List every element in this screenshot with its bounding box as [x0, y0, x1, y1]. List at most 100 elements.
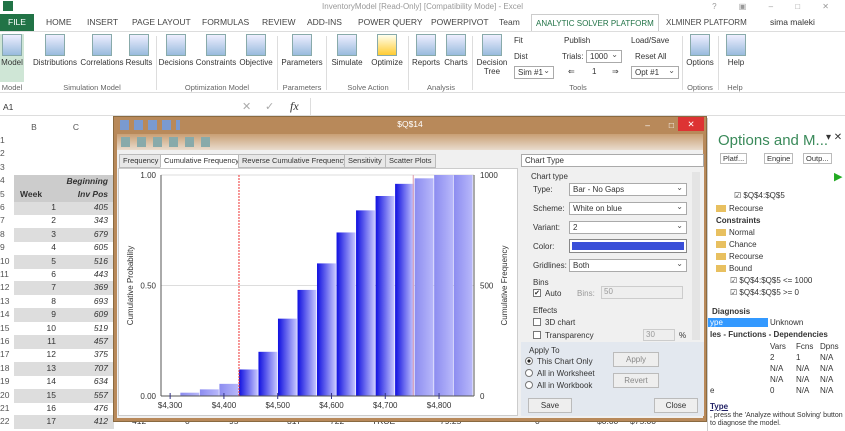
- week-cell[interactable]: 15: [47, 390, 56, 400]
- transparency-checkbox[interactable]: [533, 331, 541, 339]
- inv-pos-cell[interactable]: 516: [94, 256, 108, 266]
- results-button[interactable]: Results: [124, 34, 154, 67]
- name-box[interactable]: A1: [3, 102, 13, 112]
- chart-area[interactable]: 0.00 0 0.50 500 1.00 1000 $4,300 $4,400 $4,500 $4…: [118, 168, 518, 416]
- radio-all-worksheet[interactable]: [525, 369, 533, 377]
- table-row[interactable]: 13 707: [14, 361, 114, 376]
- tab-insert[interactable]: INSERT: [87, 14, 118, 31]
- close-button[interactable]: Close: [654, 398, 698, 413]
- tab-scatter-plots[interactable]: Scatter Plots: [385, 154, 436, 168]
- decisions-button[interactable]: Decisions: [158, 34, 194, 67]
- chart-type-header[interactable]: Chart Type: [521, 154, 704, 167]
- parameters-button[interactable]: Parameters: [280, 34, 324, 67]
- revert-button[interactable]: Revert: [613, 373, 659, 388]
- 3d-chart-checkbox[interactable]: [533, 318, 541, 326]
- correlations-button[interactable]: Correlations: [80, 34, 124, 67]
- table-row[interactable]: 14 634: [14, 375, 114, 389]
- tab-analytic-solver[interactable]: ANALYTIC SOLVER PLATFORM: [531, 14, 659, 32]
- tree-item[interactable]: Chance: [716, 240, 757, 249]
- row-header[interactable]: 9: [0, 242, 12, 252]
- table-row[interactable]: 10 519: [14, 322, 114, 336]
- function-icon[interactable]: fx: [290, 99, 299, 114]
- week-cell[interactable]: 1: [51, 202, 56, 212]
- tab-page-layout[interactable]: PAGE LAYOUT: [132, 14, 191, 31]
- inv-pos-cell[interactable]: 557: [94, 390, 108, 400]
- chart-toolbar-icons[interactable]: [121, 137, 211, 147]
- tab-frequency[interactable]: Frequency: [119, 154, 163, 168]
- inv-pos-cell[interactable]: 343: [94, 215, 108, 225]
- publish-button[interactable]: Publish: [564, 36, 590, 45]
- maximize-button[interactable]: □: [669, 118, 674, 133]
- row-header[interactable]: 5: [0, 189, 12, 199]
- minimize-button[interactable]: –: [645, 118, 650, 133]
- tab-formulas[interactable]: FORMULAS: [202, 14, 249, 31]
- table-row[interactable]: 8 693: [14, 295, 114, 309]
- week-cell[interactable]: 7: [51, 282, 56, 292]
- radio-all-workbook[interactable]: [525, 381, 533, 389]
- tab-reverse-cumulative-frequency[interactable]: Reverse Cumulative Frequency: [238, 154, 352, 168]
- week-cell[interactable]: 2: [51, 215, 56, 225]
- help-button[interactable]: Help: [722, 34, 750, 67]
- row-header[interactable]: 7: [0, 215, 12, 225]
- tab-file[interactable]: FILE: [0, 14, 34, 31]
- next-sim-button[interactable]: ⇒: [612, 67, 619, 76]
- row-header[interactable]: 21: [0, 403, 12, 413]
- apply-button[interactable]: Apply: [613, 352, 659, 367]
- tab-add-ins[interactable]: ADD-INS: [307, 14, 342, 31]
- row-header[interactable]: 20: [0, 390, 12, 400]
- column-header-b[interactable]: B: [14, 122, 54, 136]
- tree-item[interactable]: Bound: [716, 264, 752, 273]
- week-cell[interactable]: 14: [47, 376, 56, 386]
- reset-all-button[interactable]: Reset All: [635, 52, 667, 61]
- tree-item[interactable]: Recourse: [716, 204, 763, 213]
- reports-button[interactable]: Reports: [410, 34, 442, 67]
- tab-cumulative-frequency[interactable]: Cumulative Frequency: [160, 154, 244, 168]
- tab-xlminer[interactable]: XLMINER PLATFORM: [666, 14, 747, 31]
- week-cell[interactable]: 12: [47, 349, 56, 359]
- row-header[interactable]: 2: [0, 148, 12, 158]
- inv-pos-cell[interactable]: 609: [94, 309, 108, 319]
- row-header[interactable]: 3: [0, 162, 12, 172]
- table-row[interactable]: 6 443: [14, 268, 114, 282]
- inv-pos-cell[interactable]: 476: [94, 403, 108, 413]
- table-row[interactable]: 12 375: [14, 348, 114, 362]
- dist-button[interactable]: Dist: [514, 52, 528, 61]
- close-window-button[interactable]: ✕: [678, 117, 704, 131]
- row-header[interactable]: 1: [0, 135, 12, 145]
- row-header[interactable]: 22: [0, 416, 12, 426]
- fit-button[interactable]: Fit: [514, 36, 523, 45]
- transparency-input[interactable]: 30: [643, 329, 675, 341]
- opt-select[interactable]: Opt #1: [631, 65, 679, 79]
- row-header[interactable]: 16: [0, 336, 12, 346]
- week-cell[interactable]: 10: [47, 323, 56, 333]
- trials-input[interactable]: 1000: [586, 49, 622, 63]
- week-cell[interactable]: 13: [47, 363, 56, 373]
- scheme-select[interactable]: White on blue: [569, 201, 687, 215]
- tab-output[interactable]: Outp...: [803, 153, 832, 164]
- table-row[interactable]: 15 557: [14, 388, 114, 403]
- decision-tree-button[interactable]: Decision Tree: [474, 34, 510, 76]
- color-picker[interactable]: [569, 239, 687, 253]
- tree-item[interactable]: ☑ $Q$4:$Q$5: [734, 191, 785, 200]
- type-select[interactable]: Bar - No Gaps: [569, 182, 687, 196]
- row-header[interactable]: 10: [0, 256, 12, 266]
- tab-power-query[interactable]: POWER QUERY: [358, 14, 423, 31]
- row-header[interactable]: 19: [0, 376, 12, 386]
- tree-item[interactable]: ☑ $Q$4:$Q$5 >= 0: [730, 288, 799, 297]
- options-button[interactable]: Options: [684, 34, 716, 67]
- tab-engine[interactable]: Engine: [764, 153, 794, 164]
- table-row[interactable]: 9 609: [14, 308, 114, 323]
- dialog-toolbar-icons[interactable]: [120, 120, 180, 130]
- table-row[interactable]: 1 405: [14, 201, 114, 215]
- inv-pos-cell[interactable]: 405: [94, 202, 108, 212]
- table-row[interactable]: 4 605: [14, 241, 114, 255]
- row-header[interactable]: 14: [0, 309, 12, 319]
- optimize-button[interactable]: Optimize: [368, 34, 406, 67]
- inv-pos-cell[interactable]: 443: [94, 269, 108, 279]
- objective-button[interactable]: Objective: [237, 34, 275, 67]
- tree-item[interactable]: Recourse: [716, 252, 763, 261]
- panel-scrollbar[interactable]: [692, 172, 700, 340]
- tab-powerpivot[interactable]: POWERPIVOT: [431, 14, 489, 31]
- inv-pos-cell[interactable]: 412: [94, 416, 108, 426]
- row-header[interactable]: 11: [0, 269, 12, 279]
